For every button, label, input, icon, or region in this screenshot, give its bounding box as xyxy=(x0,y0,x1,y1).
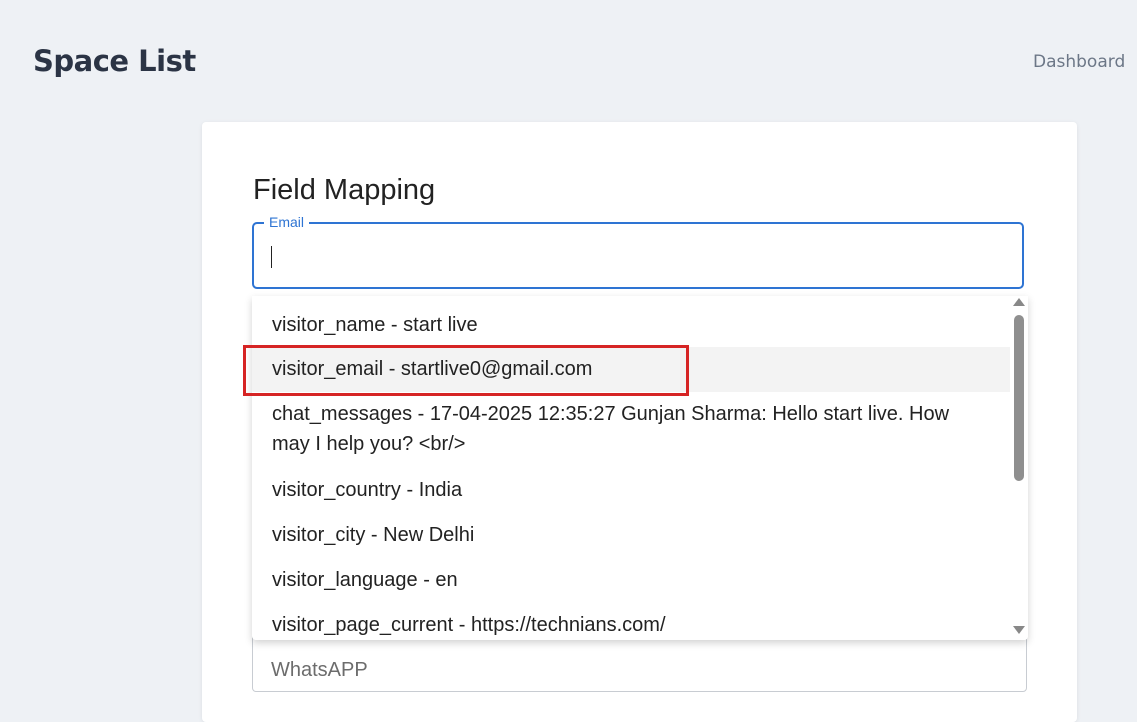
email-field-label: Email xyxy=(264,214,310,230)
whatsapp-field[interactable]: WhatsAPP xyxy=(252,634,1027,692)
page-title: Space List xyxy=(33,44,196,78)
text-caret xyxy=(271,246,272,268)
option-visitor-city[interactable]: visitor_city - New Delhi xyxy=(252,520,1010,550)
option-visitor-email[interactable]: visitor_email - startlive0@gmail.com xyxy=(252,347,1010,392)
option-visitor-page-current[interactable]: visitor_page_current - https://technians… xyxy=(252,610,1010,640)
scroll-up-arrow-icon[interactable] xyxy=(1013,298,1025,306)
email-input[interactable] xyxy=(268,242,1012,274)
scroll-down-arrow-icon[interactable] xyxy=(1013,626,1025,634)
email-options-dropdown[interactable]: visitor_name - start live visitor_email … xyxy=(252,296,1028,640)
option-visitor-country[interactable]: visitor_country - India xyxy=(252,475,1010,505)
breadcrumb-dashboard[interactable]: Dashboard xyxy=(1033,52,1125,72)
option-chat-messages[interactable]: chat_messages - 17-04-2025 12:35:27 Gunj… xyxy=(252,399,1010,459)
dropdown-scrollbar[interactable] xyxy=(1010,296,1028,640)
option-visitor-language[interactable]: visitor_language - en xyxy=(252,565,1010,595)
email-field[interactable]: Email xyxy=(252,214,1024,289)
section-title: Field Mapping xyxy=(253,174,436,206)
option-visitor-name[interactable]: visitor_name - start live xyxy=(252,310,1010,340)
whatsapp-field-value: WhatsAPP xyxy=(271,659,368,681)
scroll-thumb[interactable] xyxy=(1014,315,1024,481)
